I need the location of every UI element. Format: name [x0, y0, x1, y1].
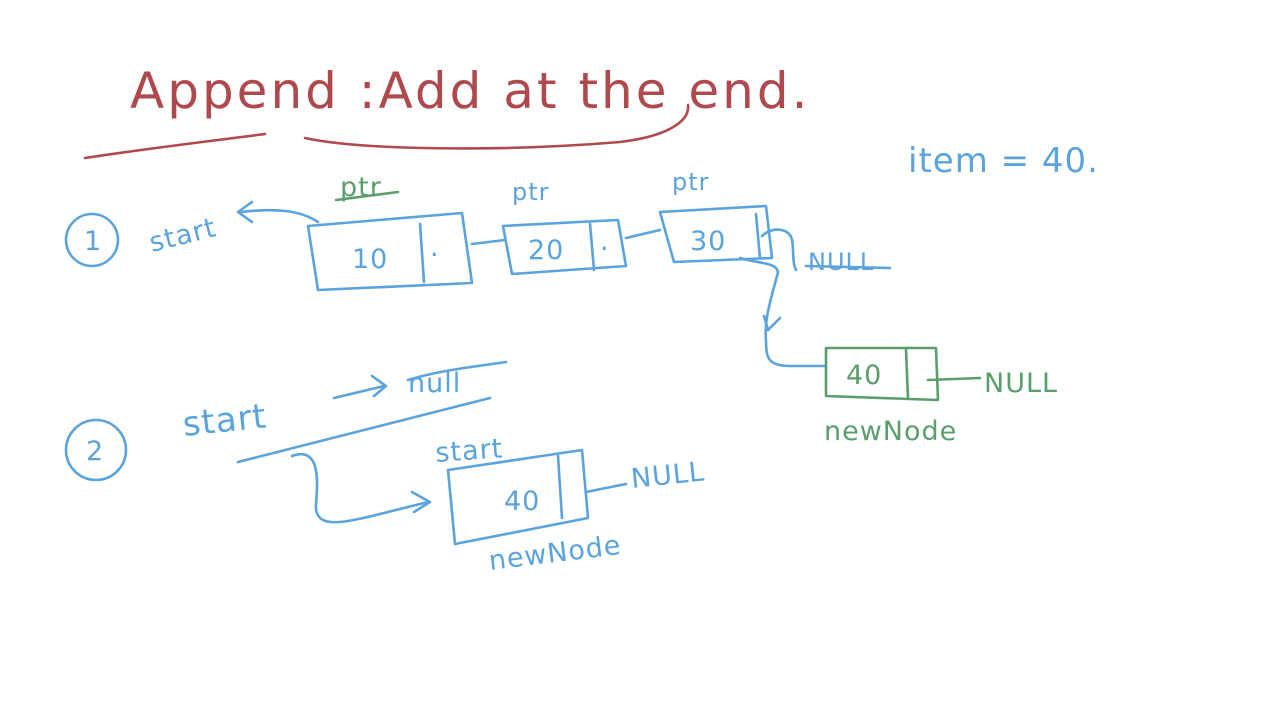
link-20-30: [624, 228, 662, 240]
case1-newnode-caption: newNode: [824, 416, 957, 447]
step-2-number: 2: [86, 436, 104, 467]
ptr-label-2: ptr: [512, 178, 550, 206]
case2-curved-arrow: [290, 452, 430, 524]
title-text: Append :Add at the end.: [130, 62, 810, 120]
node-10-value: 10: [352, 244, 388, 275]
whiteboard-canvas: Append :Add at the end. item = 40. 1 sta…: [0, 0, 1280, 720]
case2-newnode-value: 40: [504, 486, 540, 517]
link-10-20: [470, 238, 507, 246]
step-1-number: 1: [84, 226, 102, 257]
node-30-value: 30: [690, 226, 726, 257]
case1-newnode-value: 40: [846, 360, 882, 391]
title-underline-left: [83, 132, 267, 160]
node-10-next: .: [430, 232, 440, 263]
node-10-box: [306, 211, 474, 292]
case2-newnode-null: NULL: [629, 456, 706, 495]
case1-newnode-link: [926, 376, 982, 382]
case2-newnode-link: [584, 482, 628, 494]
case2-newnode-divider: [556, 454, 564, 520]
node-20-value: 20: [528, 235, 564, 266]
case2-start-label: start: [181, 396, 269, 445]
start-to-node1-arrow: [236, 200, 320, 224]
case1-start-label: start: [146, 212, 219, 259]
diagram-svg: Append :Add at the end. item = 40. 1 sta…: [64, 62, 1099, 577]
ptr-label-3: ptr: [672, 168, 710, 196]
case1-crossed-null: NULL: [808, 248, 874, 276]
case1-newnode-divider: [904, 348, 910, 400]
node-20-divider: [588, 222, 596, 272]
node-30-divider: [754, 212, 762, 260]
node-20-next: .: [600, 226, 610, 257]
case2-start-arrow: [332, 374, 388, 400]
node-10-divider: [418, 222, 426, 284]
case1-newnode-null: NULL: [984, 368, 1058, 399]
item-note: item = 40.: [908, 141, 1099, 181]
case2-newnode-caption: newNode: [487, 530, 623, 577]
